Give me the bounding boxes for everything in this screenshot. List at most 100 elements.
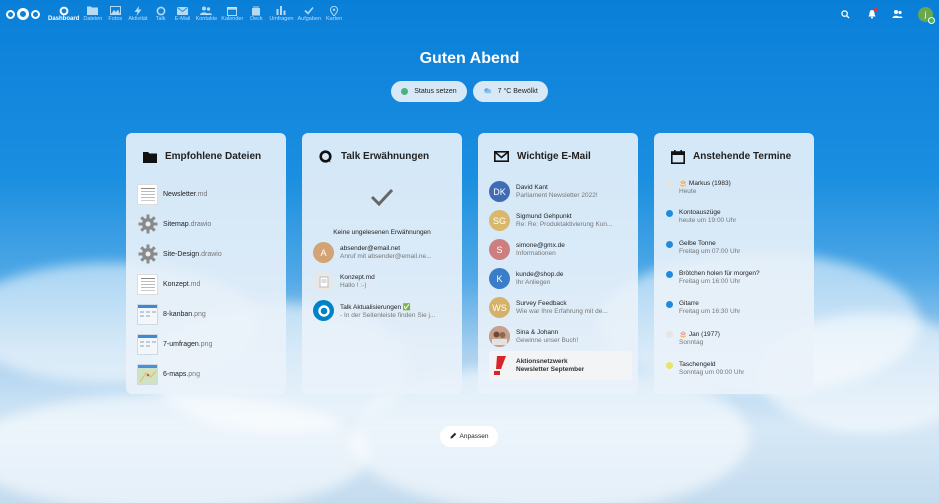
nav-app-talk[interactable]: Talk bbox=[150, 0, 172, 28]
event-title: Kontoauszüge bbox=[679, 209, 721, 217]
nav-app-dashboard[interactable]: Dashboard bbox=[46, 0, 81, 28]
mail-item[interactable]: Aktionsnetzwerk Newsletter September bbox=[489, 351, 632, 380]
talk-item[interactable]: Talk Aktualisierungen ✅ - In der Seitenle… bbox=[313, 296, 456, 325]
online-status-dot bbox=[928, 16, 935, 24]
mail-item[interactable]: SG Sigmund Gehpunkt Re: Re: Produktaktivie… bbox=[489, 206, 632, 235]
nav-app-label: Karten bbox=[325, 16, 343, 22]
document-thumbnail bbox=[137, 273, 158, 295]
file-basename: 6-maps bbox=[163, 370, 187, 378]
file-extension: .drawio bbox=[199, 250, 222, 258]
search-icon[interactable] bbox=[840, 9, 851, 20]
file-item[interactable]: Konzept.md bbox=[137, 269, 280, 299]
photo-avatar bbox=[489, 326, 510, 347]
widget-header: Empfohlene Dateien bbox=[142, 149, 278, 164]
map-pin-icon bbox=[328, 5, 340, 16]
file-extension: .png bbox=[192, 310, 206, 318]
item-subtitle: Wie war Ihre Erfahrung mit de... bbox=[516, 308, 608, 315]
mail-item[interactable]: WS Survey Feedback Wie war Ihre Erfahrung … bbox=[489, 293, 632, 322]
calendar-color-dot bbox=[666, 240, 673, 248]
event-time: Sonntag um 09:00 Uhr bbox=[679, 368, 745, 376]
item-subtitle: - In der Seitenleiste finden Sie j... bbox=[340, 311, 436, 319]
mail-item[interactable]: Kkunde@shop.de Ihr Anliegen bbox=[489, 264, 632, 293]
nav-app-label: Aufgaben bbox=[297, 16, 322, 22]
deck-icon bbox=[250, 5, 262, 16]
file-item[interactable]: 7-umfragen.png bbox=[137, 329, 280, 359]
mail-icon bbox=[177, 5, 189, 16]
avatar: DK bbox=[489, 181, 510, 202]
calendar-icon bbox=[670, 149, 685, 164]
event-text: Gelbe Tonne Freitag um 07:00 Uhr bbox=[679, 240, 740, 255]
nav-app-deck[interactable]: Deck bbox=[245, 0, 267, 28]
customize-button[interactable]: Anpassen bbox=[440, 426, 498, 447]
event-title: 🎂 Markus (1983) bbox=[679, 180, 731, 187]
event-item[interactable]: Gelbe Tonne Freitag um 07:00 Uhr bbox=[666, 240, 808, 270]
nav-app-label: Kontakte bbox=[195, 16, 218, 22]
nextcloud-logo[interactable] bbox=[6, 7, 40, 21]
file-name: 8-kanban.png bbox=[163, 311, 206, 318]
mail-item[interactable]: DK David Kant Parliament Newsletter 2022! bbox=[489, 177, 632, 206]
mail-item[interactable]: Sina & Johann Gewinne unser Buch! bbox=[489, 322, 632, 351]
pencil-icon bbox=[450, 432, 457, 441]
event-item[interactable]: Taschengeld Sonntag um 09:00 Uhr bbox=[666, 361, 808, 391]
user-avatar[interactable]: j bbox=[918, 6, 935, 24]
item-title: kunde@shop.de bbox=[516, 271, 564, 278]
widget-header: Talk Erwähnungen bbox=[318, 149, 454, 164]
talk-item[interactable]: Konzept.md Hallo ! :-) bbox=[313, 267, 456, 296]
image-icon bbox=[109, 5, 121, 16]
upcoming-events-widget: Anstehende Termine 🎂 Markus (1983) Heute K… bbox=[654, 133, 814, 394]
widget-header: Anstehende Termine bbox=[670, 149, 806, 164]
nav-app-fotos[interactable]: Fotos bbox=[104, 0, 126, 28]
event-text: 🎂 Markus (1983) Heute bbox=[679, 179, 731, 195]
calendar-color-dot bbox=[666, 270, 673, 278]
file-item[interactable]: Newsletter.md bbox=[137, 179, 280, 209]
file-name: Sitemap.drawio bbox=[163, 221, 211, 228]
file-item[interactable]: Sitemap.drawio bbox=[137, 209, 280, 239]
mail-item[interactable]: Ssimone@gmx.de Informationen bbox=[489, 235, 632, 264]
event-item[interactable]: 🎂 Markus (1983) Heute bbox=[666, 179, 808, 209]
talk-item[interactable]: Aabsender@email.net Anruf mit absender@em… bbox=[313, 238, 456, 267]
file-basename: Konzept bbox=[163, 280, 189, 288]
file-name: 7-umfragen.png bbox=[163, 341, 212, 348]
item-title: Konzept.md bbox=[340, 274, 375, 281]
status-row: Status setzen 7 °C Bewölkt bbox=[0, 81, 939, 102]
event-text: Taschengeld Sonntag um 09:00 Uhr bbox=[679, 361, 744, 376]
item-text: Sina & Johann Gewinne unser Buch! bbox=[516, 329, 578, 344]
item-title: absender@email.net bbox=[340, 245, 401, 252]
event-item[interactable]: 🎂 Jan (1977) Sonntag bbox=[666, 330, 808, 360]
event-item[interactable]: Gitarre Freitag um 16:30 Uhr bbox=[666, 300, 808, 330]
notifications-bell-icon[interactable] bbox=[866, 7, 878, 20]
weather-button[interactable]: 7 °C Bewölkt bbox=[472, 81, 548, 102]
nav-app-umfragen[interactable]: Umfragen bbox=[267, 0, 295, 28]
empty-message: Keine ungelesenen Erwähnungen bbox=[333, 229, 431, 236]
check-icon bbox=[303, 5, 315, 16]
nav-app-label: Dashboard bbox=[48, 16, 80, 22]
item-text: kunde@shop.de Ihr Anliegen bbox=[516, 271, 563, 286]
nav-app-karten[interactable]: Karten bbox=[323, 0, 345, 28]
file-item[interactable]: Site-Design.drawio bbox=[137, 239, 280, 269]
event-item[interactable]: Brötchen holen für morgen? Freitag um 16:… bbox=[666, 270, 808, 300]
nav-app-aufgaben[interactable]: Aufgaben bbox=[295, 0, 323, 28]
nav-app-aktivit-t[interactable]: Aktivität bbox=[126, 0, 149, 28]
event-item[interactable]: Kontoauszüge heute um 19:00 Uhr bbox=[666, 209, 808, 239]
avatar-initials: DK bbox=[493, 186, 506, 197]
nav-app-label: Umfragen bbox=[269, 16, 294, 22]
contacts-menu-icon[interactable] bbox=[892, 9, 903, 20]
calendar-color-dot bbox=[666, 331, 673, 339]
nav-app-e-mail[interactable]: E-Mail bbox=[172, 0, 194, 28]
file-basename: 7-umfragen bbox=[163, 340, 199, 348]
document-icon bbox=[313, 271, 334, 292]
file-item[interactable]: 6-maps.png bbox=[137, 359, 280, 389]
nav-app-kontakte[interactable]: Kontakte bbox=[194, 0, 220, 28]
file-item[interactable]: 8-kanban.png bbox=[137, 299, 280, 329]
avatar-initials: A bbox=[320, 247, 327, 258]
item-text: Konzept.md Hallo ! :-) bbox=[340, 274, 375, 289]
set-status-button[interactable]: Status setzen bbox=[391, 81, 467, 102]
avatar: SG bbox=[489, 210, 510, 231]
nav-app-dateien[interactable]: Dateien bbox=[81, 0, 104, 28]
item-title: simone@gmx.de bbox=[516, 242, 565, 249]
avatar-initials: K bbox=[496, 273, 503, 284]
nav-app-kalender[interactable]: Kalender bbox=[219, 0, 245, 28]
item-subtitle: Gewinne unser Buch! bbox=[516, 337, 579, 344]
files-list: Newsletter.md Sitemap.drawio Site-Design.d… bbox=[137, 179, 280, 389]
cloud-weather-icon bbox=[483, 87, 492, 96]
